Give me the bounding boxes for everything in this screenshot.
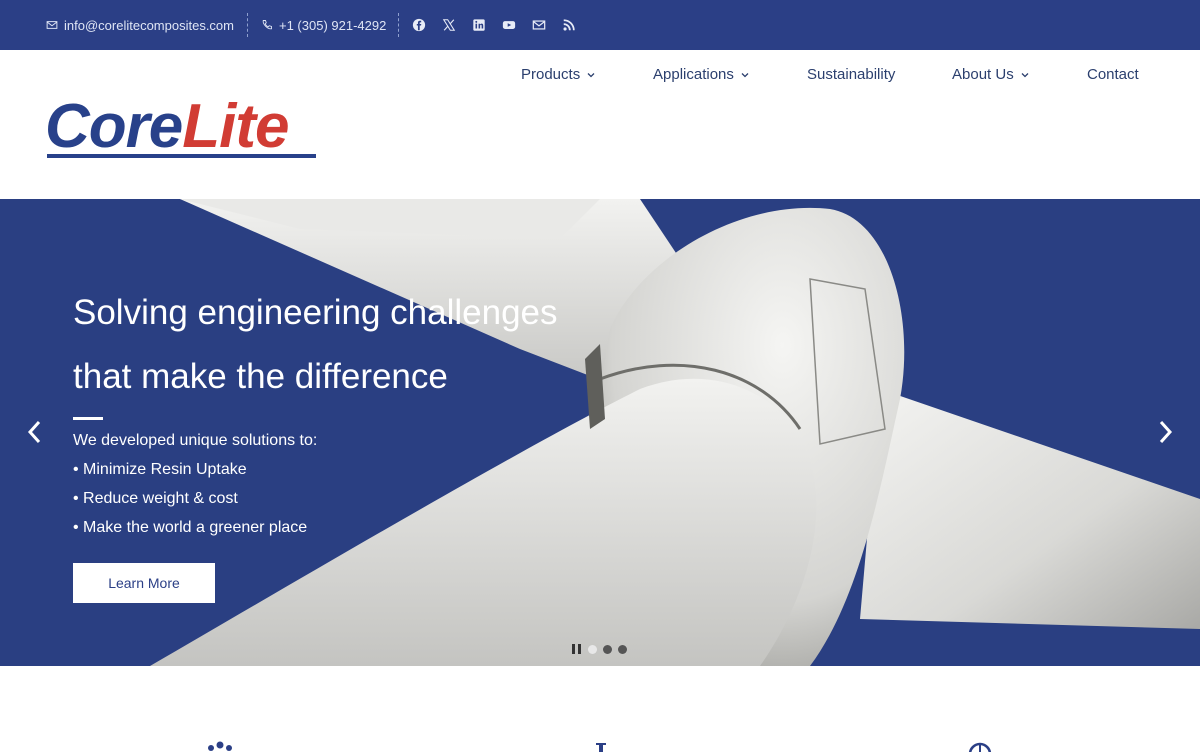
chevron-left-icon bbox=[27, 420, 41, 444]
facebook-icon[interactable] bbox=[411, 17, 427, 33]
divider bbox=[398, 13, 399, 37]
divider bbox=[247, 13, 248, 37]
nav-label: Contact bbox=[1087, 66, 1139, 83]
pause-icon[interactable] bbox=[570, 643, 582, 655]
email-text[interactable]: info@corelitecomposites.com bbox=[64, 18, 234, 33]
hero-bullet: • Make the world a greener place bbox=[73, 519, 308, 536]
chevron-down-icon bbox=[741, 72, 749, 77]
prev-slide-button[interactable] bbox=[23, 414, 47, 450]
slide-dot[interactable] bbox=[618, 644, 627, 654]
nav-label: About Us bbox=[952, 66, 1014, 83]
hero-bullet: • Minimize Resin Uptake bbox=[73, 461, 247, 478]
youtube-icon[interactable] bbox=[501, 17, 517, 33]
logo-core: Core bbox=[45, 92, 183, 161]
slide-dot[interactable] bbox=[588, 644, 597, 654]
site-logo[interactable]: CoreLite bbox=[45, 96, 290, 158]
logo-underline bbox=[47, 154, 316, 158]
chevron-down-icon bbox=[1021, 72, 1029, 77]
phone-text[interactable]: +1 (305) 921-4292 bbox=[279, 18, 386, 33]
x-icon[interactable] bbox=[441, 17, 457, 33]
hero-title-line1: Solving engineering challenges bbox=[73, 293, 558, 332]
logo-lite: Lite bbox=[182, 92, 289, 161]
linkedin-icon[interactable] bbox=[471, 17, 487, 33]
nav-label: Products bbox=[521, 66, 581, 83]
nav-contact[interactable]: Contact bbox=[1087, 0, 1139, 149]
hero-bullet: • Reduce weight & cost bbox=[73, 490, 238, 507]
features-section bbox=[0, 666, 1200, 752]
nav-about-us[interactable]: About Us bbox=[952, 0, 1030, 149]
mail-icon bbox=[46, 21, 58, 29]
nav-label: Sustainability bbox=[807, 66, 896, 83]
contact-phone[interactable]: +1 (305) 921-4292 bbox=[261, 0, 386, 50]
phone-icon bbox=[262, 20, 272, 30]
nav-applications[interactable]: Applications bbox=[653, 0, 750, 149]
hero-slider: Solving engineering challenges that make… bbox=[0, 199, 1200, 666]
chevron-down-icon bbox=[587, 72, 595, 77]
slide-dot[interactable] bbox=[603, 644, 612, 654]
hero-divider bbox=[73, 417, 103, 420]
next-slide-button[interactable] bbox=[1153, 414, 1177, 450]
nav-label: Applications bbox=[653, 66, 734, 83]
contact-email[interactable]: info@corelitecomposites.com bbox=[46, 0, 234, 50]
chevron-right-icon bbox=[1159, 420, 1173, 444]
nav-sustainability[interactable]: Sustainability bbox=[807, 0, 895, 149]
hero-intro: We developed unique solutions to: bbox=[73, 432, 318, 449]
nav-products[interactable]: Products bbox=[521, 0, 596, 149]
slider-controls bbox=[570, 643, 627, 655]
hero-title-line2: that make the difference bbox=[73, 357, 448, 396]
learn-more-button[interactable]: Learn More bbox=[73, 563, 215, 603]
